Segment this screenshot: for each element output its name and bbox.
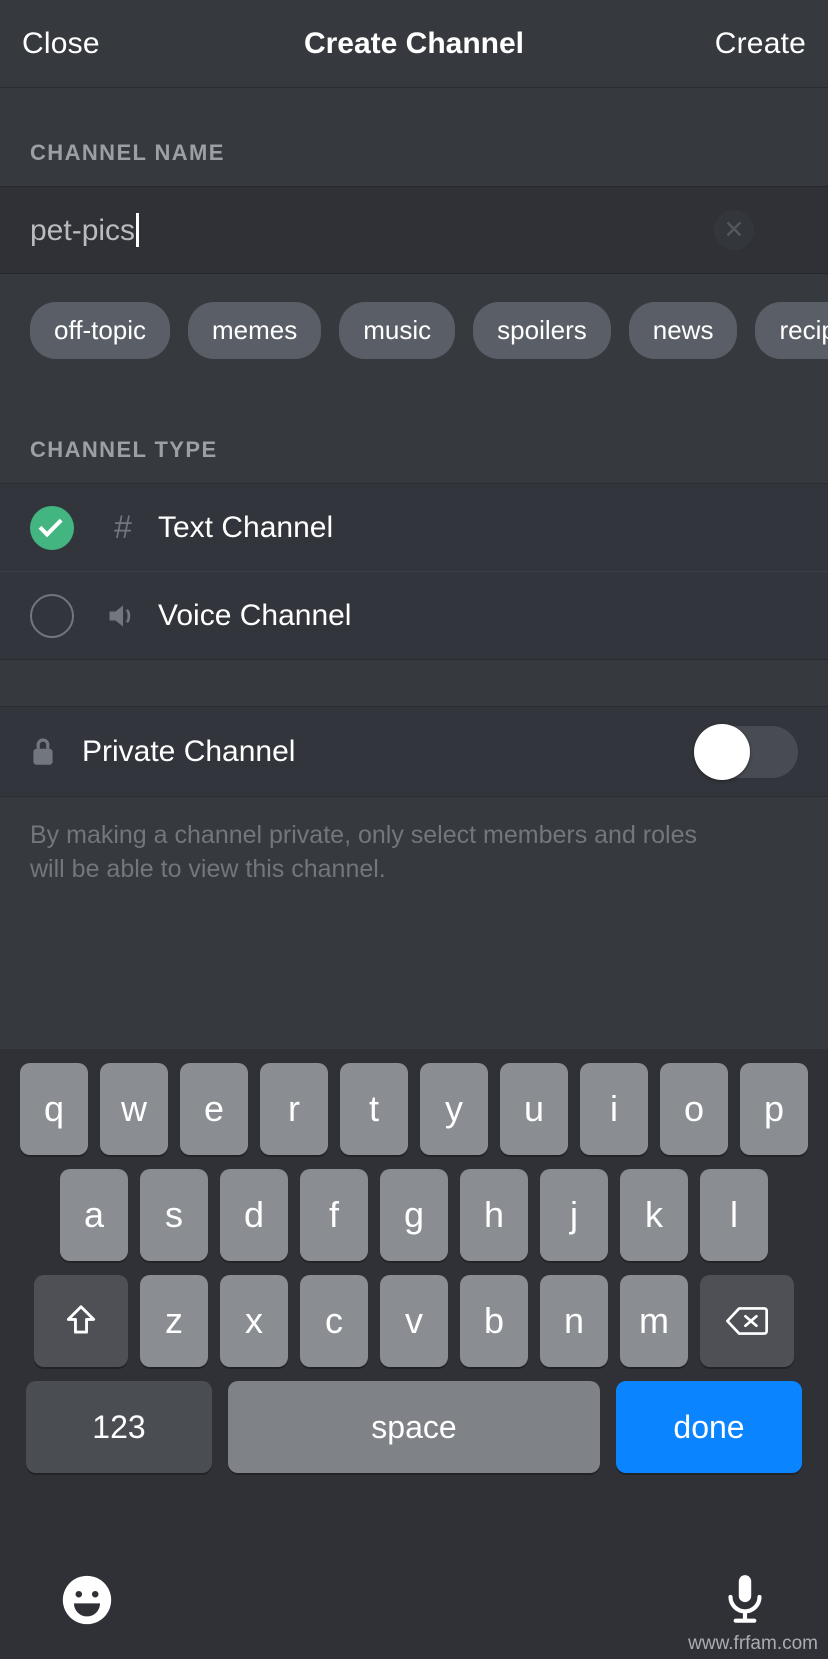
key-o[interactable]: o <box>660 1063 728 1155</box>
key-k[interactable]: k <box>620 1169 688 1261</box>
key-m[interactable]: m <box>620 1275 688 1367</box>
channel-type-section-label: CHANNEL TYPE <box>30 437 218 462</box>
close-button[interactable]: Close <box>22 27 100 61</box>
key-b[interactable]: b <box>460 1275 528 1367</box>
page-title: Create Channel <box>303 26 525 60</box>
lock-icon <box>30 736 56 768</box>
key-i[interactable]: i <box>580 1063 648 1155</box>
key-l[interactable]: l <box>700 1169 768 1261</box>
keyboard-row-1: q w e r t y u i o p <box>0 1049 828 1155</box>
channel-type-label: Text Channel <box>158 510 334 544</box>
radio-unselected-icon[interactable] <box>30 593 74 638</box>
key-q[interactable]: q <box>20 1063 88 1155</box>
suggestion-chip[interactable]: memes <box>188 302 322 359</box>
key-f[interactable]: f <box>300 1169 368 1261</box>
text-cursor <box>136 212 140 247</box>
keyboard-row-3: z x c v b n m <box>0 1275 828 1367</box>
private-channel-row[interactable]: Private Channel <box>0 707 828 797</box>
site-watermark: www.frfam.com <box>688 1633 818 1654</box>
key-p[interactable]: p <box>740 1063 808 1155</box>
close-circle-icon[interactable]: ✕ <box>714 210 754 250</box>
channel-name-input[interactable]: pet-pics <box>30 212 140 248</box>
channel-name-value: pet-pics <box>30 213 136 247</box>
space-key[interactable]: space <box>228 1381 600 1473</box>
suggestion-chip[interactable]: music <box>339 302 456 359</box>
key-e[interactable]: e <box>180 1063 248 1155</box>
key-h[interactable]: h <box>460 1169 528 1261</box>
suggestion-chip[interactable]: recipes <box>755 302 828 359</box>
suggestion-chip[interactable]: news <box>628 302 738 359</box>
key-n[interactable]: n <box>540 1275 608 1367</box>
radio-selected-icon[interactable] <box>30 505 74 550</box>
create-button[interactable]: Create <box>715 27 806 61</box>
channel-name-field-row[interactable]: pet-pics ✕ <box>0 186 828 274</box>
key-d[interactable]: d <box>220 1169 288 1261</box>
private-channel-toggle[interactable] <box>694 723 798 780</box>
key-w[interactable]: w <box>100 1063 168 1155</box>
onscreen-keyboard: q w e r t y u i o p a s d f g h j k l z … <box>0 1049 828 1659</box>
speaker-icon <box>100 601 146 631</box>
suggestion-chip[interactable]: off-topic <box>30 302 171 359</box>
keyboard-row-2: a s d f g h j k l <box>0 1169 828 1261</box>
channel-name-suggestions: off-topic memes music spoilers news reci… <box>0 274 828 385</box>
toggle-knob <box>694 723 750 780</box>
suggestion-chip[interactable]: spoilers <box>473 302 611 359</box>
channel-type-option-text[interactable]: # Text Channel <box>0 483 828 571</box>
channel-type-label: Voice Channel <box>158 598 352 632</box>
key-t[interactable]: t <box>340 1063 408 1155</box>
smiley-face-icon[interactable] <box>58 1571 116 1629</box>
private-channel-description: By making a channel private, only select… <box>30 821 697 883</box>
done-key[interactable]: done <box>616 1381 802 1473</box>
channel-type-option-voice[interactable]: Voice Channel <box>0 571 828 659</box>
key-g[interactable]: g <box>380 1169 448 1261</box>
key-y[interactable]: y <box>420 1063 488 1155</box>
channel-name-section-label: CHANNEL NAME <box>30 140 225 165</box>
key-r[interactable]: r <box>260 1063 328 1155</box>
key-j[interactable]: j <box>540 1169 608 1261</box>
key-u[interactable]: u <box>500 1063 568 1155</box>
key-z[interactable]: z <box>140 1275 208 1367</box>
key-a[interactable]: a <box>60 1169 128 1261</box>
hash-icon: # <box>114 509 132 545</box>
private-channel-label: Private Channel <box>82 734 296 768</box>
key-v[interactable]: v <box>380 1275 448 1367</box>
shift-arrow-icon[interactable] <box>34 1275 128 1367</box>
microphone-icon[interactable] <box>720 1571 770 1629</box>
key-s[interactable]: s <box>140 1169 208 1261</box>
numbers-key[interactable]: 123 <box>26 1381 212 1473</box>
section-spacer <box>0 659 828 707</box>
modal-header: Close Create Channel Create <box>0 0 828 88</box>
keyboard-row-4: 123 space done <box>0 1381 828 1473</box>
key-c[interactable]: c <box>300 1275 368 1367</box>
backspace-icon[interactable] <box>700 1275 794 1367</box>
key-x[interactable]: x <box>220 1275 288 1367</box>
